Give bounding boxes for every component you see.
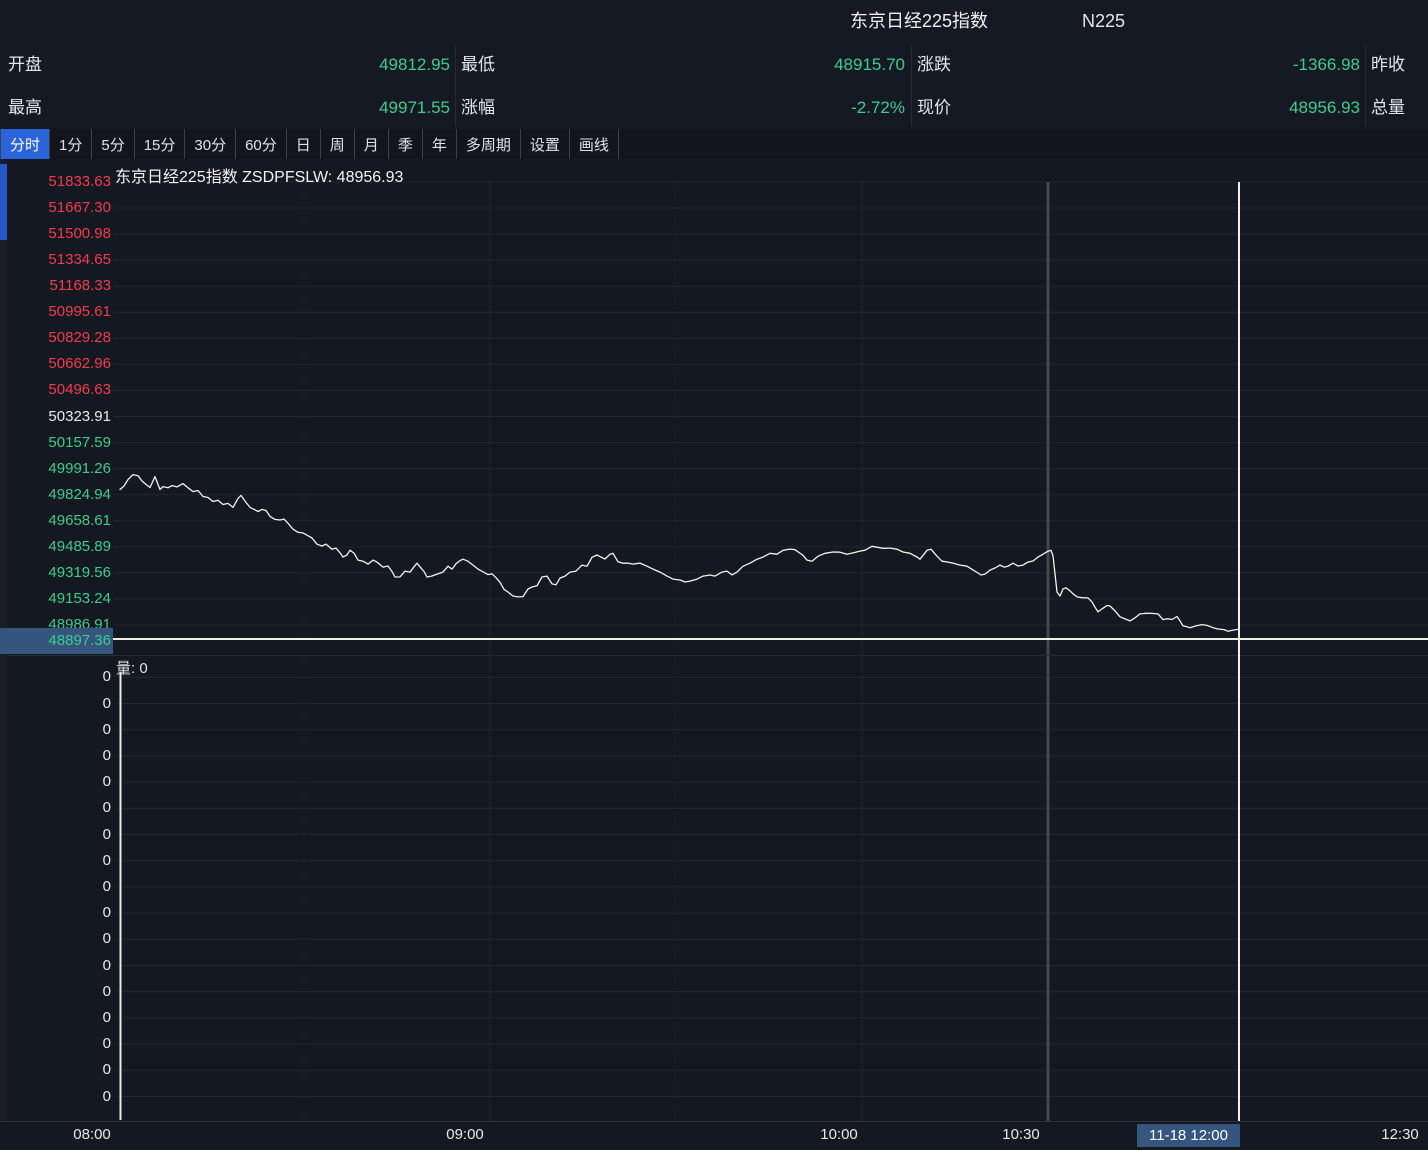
volume-axis-label: 0 [0,1010,111,1026]
tab-multi-period[interactable]: 多周期 [457,129,521,159]
tab-15min[interactable]: 15分 [135,129,186,159]
window-header: 东京日经225指数 N225 [0,0,1428,44]
time-axis-label: 10:30 [1002,1122,1040,1148]
price-axis-label: 50323.91 [0,409,111,425]
instrument-title: 东京日经225指数 [850,0,988,43]
price-axis-label: 51500.98 [0,226,111,242]
volume-axis-label: 0 [0,774,111,790]
tab-timeline[interactable]: 分时 [0,129,50,159]
volume-axis-label: 0 [0,1036,111,1052]
volume-axis-label: 0 [0,696,111,712]
price-axis-label: 50662.96 [0,356,111,372]
tab-settings[interactable]: 设置 [521,129,570,159]
price-axis-label: 49658.61 [0,513,111,529]
price-axis-label: 51168.33 [0,278,111,294]
volume-pane-legend: 量: 0 [116,657,148,678]
time-axis: 08:00 09:00 10:00 10:30 12:30 11-18 12:00 [0,1121,1428,1150]
quote-divider [455,45,457,127]
volume-axis-label: 0 [0,827,111,843]
tab-quarter[interactable]: 季 [389,129,423,159]
price-axis-label: 49153.24 [0,591,111,607]
time-axis-label: 12:30 [1381,1122,1419,1148]
tab-60min[interactable]: 60分 [236,129,287,159]
quote-total-volume-label: 总量 [1371,86,1405,129]
tab-1min[interactable]: 1分 [50,129,92,159]
price-line [120,475,1238,632]
price-axis-label: 50995.61 [0,304,111,320]
tab-day[interactable]: 日 [287,129,321,159]
volume-axis-label: 0 [0,879,111,895]
chart-area[interactable]: 东京日经225指数 ZSDPFSLW: 48956.93 51833.63 516… [0,159,1428,1121]
price-axis-label: 51334.65 [0,252,111,268]
tab-draw-line[interactable]: 画线 [570,129,619,159]
tab-month[interactable]: 月 [355,129,389,159]
time-axis-label: 08:00 [73,1122,111,1148]
price-axis-label: 51833.63 [0,174,111,190]
tab-30min[interactable]: 30分 [185,129,236,159]
tab-week[interactable]: 周 [321,129,355,159]
volume-axis-label: 0 [0,931,111,947]
quote-divider [911,45,913,127]
volume-axis-label: 0 [0,853,111,869]
time-axis-label: 09:00 [446,1122,484,1148]
instrument-symbol: N225 [1082,0,1125,43]
quote-divider [1365,45,1367,127]
volume-axis-label: 0 [0,1062,111,1078]
volume-axis-label: 0 [0,722,111,738]
volume-axis-label: 0 [0,984,111,1000]
time-axis-label: 10:00 [820,1122,858,1148]
volume-axis-label: 0 [0,1089,111,1105]
price-pane-legend: 东京日经225指数 ZSDPFSLW: 48956.93 [115,163,403,187]
crosshair-price-label: 48897.36 [0,628,113,654]
price-axis-label: 49824.94 [0,487,111,503]
volume-axis-label: 0 [0,800,111,816]
price-axis-label: 49319.56 [0,565,111,581]
volume-axis-label: 0 [0,669,111,685]
quote-prev-close-label: 昨收 [1371,43,1405,86]
tab-year[interactable]: 年 [423,129,457,159]
volume-axis-label: 0 [0,905,111,921]
quote-summary-bar: 开盘49812.95最高49971.55最低48915.70涨幅-2.72%涨跌… [0,43,1428,130]
price-axis-label: 50496.63 [0,382,111,398]
tab-5min[interactable]: 5分 [92,129,134,159]
price-axis-label: 51667.30 [0,200,111,216]
volume-axis-label: 0 [0,958,111,974]
volume-axis-label: 0 [0,748,111,764]
price-axis-label: 49485.89 [0,539,111,555]
price-axis-label: 50829.28 [0,330,111,346]
chart-canvas[interactable] [0,159,1428,1121]
period-tab-bar: 分时1分5分15分30分60分日周月季年多周期设置画线 [0,129,1428,160]
price-axis-label: 49991.26 [0,461,111,477]
crosshair-time-label: 11-18 12:00 [1137,1124,1240,1147]
price-axis-label: 50157.59 [0,435,111,451]
